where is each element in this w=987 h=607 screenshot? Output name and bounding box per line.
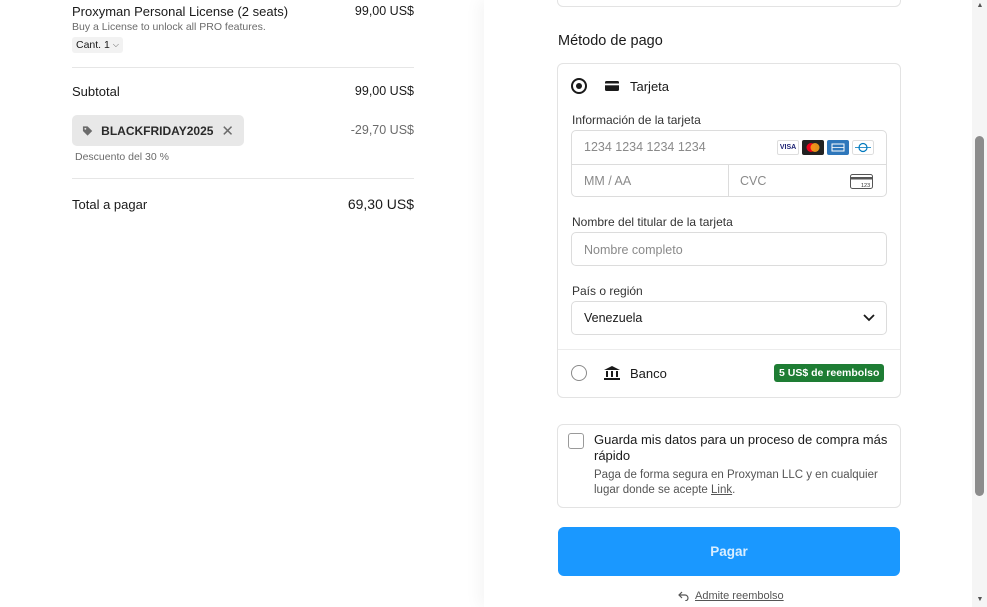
product-description: Buy a License to unlock all PRO features… <box>72 21 266 33</box>
tag-icon <box>82 125 93 136</box>
chevron-down-icon: ⌵ <box>112 40 119 49</box>
divider <box>72 178 414 179</box>
divider <box>558 349 900 350</box>
refund-label: Admite reembolso <box>695 590 784 602</box>
discount-value: -29,70 US$ <box>350 123 414 137</box>
card-number-input[interactable]: 1234 1234 1234 1234 <box>584 140 706 154</box>
svg-text:123: 123 <box>861 183 870 189</box>
divider <box>572 164 886 165</box>
divider <box>728 164 729 197</box>
remove-promo-icon[interactable]: ✕ <box>221 122 234 140</box>
expiry-input[interactable]: MM / AA <box>584 174 631 188</box>
scrollbar-thumb[interactable] <box>975 136 984 496</box>
quantity-selector[interactable]: Cant. 1 ⌵ <box>72 37 123 53</box>
promo-code-text: BLACKFRIDAY2025 <box>101 123 214 138</box>
visa-icon: VISA <box>777 140 799 155</box>
payment-method-title: Método de pago <box>558 33 663 49</box>
pay-button[interactable]: Pagar <box>558 527 900 576</box>
cardholder-label: Nombre del titular de la tarjeta <box>572 215 733 229</box>
bank-radio[interactable] <box>571 365 587 381</box>
diners-icon <box>852 140 874 155</box>
refund-note[interactable]: Admite reembolso <box>678 590 784 602</box>
cardholder-placeholder: Nombre completo <box>584 243 683 257</box>
cashback-badge: 5 US$ de reembolso <box>774 364 885 382</box>
card-info-label: Información de la tarjeta <box>572 113 701 127</box>
scroll-up-arrow-icon[interactable]: ▲ <box>975 2 985 10</box>
credit-card-icon <box>605 81 619 91</box>
product-name: Proxyman Personal License (2 seats) <box>72 4 289 19</box>
product-price: 99,00 US$ <box>354 4 414 18</box>
return-arrow-icon <box>678 591 689 601</box>
subtotal-label: Subtotal <box>72 84 120 99</box>
discount-description: Descuento del 30 % <box>75 151 169 163</box>
scroll-down-arrow-icon[interactable]: ▼ <box>975 596 985 604</box>
bank-icon <box>604 366 620 380</box>
amex-icon <box>827 140 849 155</box>
promo-code-chip: BLACKFRIDAY2025 ✕ <box>72 115 244 146</box>
mastercard-icon <box>802 140 824 155</box>
bank-method-label[interactable]: Banco <box>630 366 667 381</box>
total-value: 69,30 US$ <box>347 196 414 212</box>
country-label: País o región <box>572 284 643 298</box>
save-info-title: Guarda mis datos para un proceso de comp… <box>594 432 888 463</box>
save-info-checkbox[interactable] <box>568 433 584 449</box>
card-method-label[interactable]: Tarjeta <box>630 79 669 94</box>
cvc-card-icon: 123 <box>850 174 873 189</box>
subtotal-value: 99,00 US$ <box>354 84 414 98</box>
total-label: Total a pagar <box>72 197 148 212</box>
divider <box>72 67 414 68</box>
cvc-input[interactable]: CVC <box>740 174 766 188</box>
country-value: Venezuela <box>584 311 643 325</box>
quantity-label: Cant. 1 <box>76 39 110 51</box>
save-info-description: Paga de forma segura en Proxyman LLC y e… <box>594 469 878 496</box>
contact-card-edge <box>557 0 901 7</box>
chevron-down-icon <box>863 314 875 322</box>
link-link[interactable]: Link <box>711 484 732 496</box>
card-radio[interactable] <box>571 78 587 94</box>
